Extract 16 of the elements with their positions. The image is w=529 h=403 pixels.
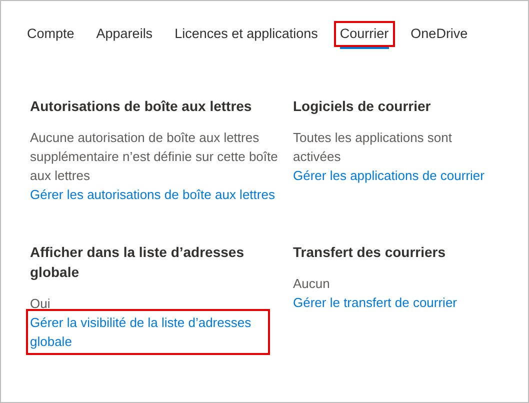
section-link[interactable]: Gérer le transfert de courrier	[293, 293, 501, 312]
tab[interactable]: Compte	[23, 23, 78, 46]
section-title: Transfert des courriers	[293, 243, 447, 262]
tab[interactable]: OneDrive	[406, 23, 472, 46]
tab[interactable]: Licences et applications	[170, 23, 322, 46]
section-text: Toutes les applications sont activées	[293, 129, 453, 166]
tab[interactable]: Courrier	[336, 23, 393, 46]
section-text: Oui	[30, 295, 52, 314]
tab[interactable]: Appareils	[92, 23, 157, 46]
section-link[interactable]: Gérer les applications de courrier	[293, 166, 501, 186]
section-link[interactable]: Gérer les autorisations de boîte aux lettres	[30, 185, 281, 204]
section-text: Aucun	[293, 275, 331, 294]
section-title: Afficher dans la liste d’adresses globale	[30, 243, 245, 282]
section-text: Aucune autorisation de boîte aux lettres supplémentaire n’est définie sur cette boîte aux lettres	[30, 129, 279, 186]
section-title: Logiciels de courrier	[293, 97, 432, 116]
section-title: Autorisations de boîte aux lettres	[30, 97, 253, 116]
